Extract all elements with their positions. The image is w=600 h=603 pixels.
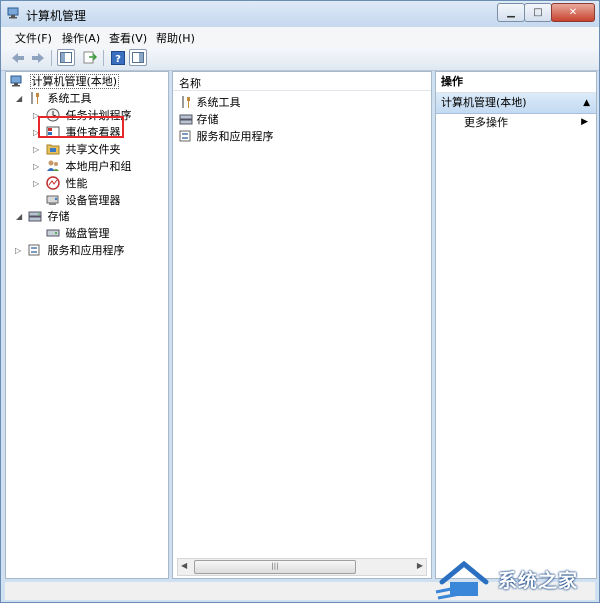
users-icon <box>47 160 59 171</box>
watermark-house-logo <box>435 560 489 600</box>
menu-help[interactable]: 帮助(H) <box>156 30 195 46</box>
show-hide-tree-icon <box>60 52 72 63</box>
more-actions-label: 更多操作 <box>464 116 508 129</box>
services-apps-icon <box>28 244 40 256</box>
minimize-icon: ▁ <box>507 7 515 18</box>
horizontal-scrollbar[interactable]: ◀ ||| ▶ <box>177 558 427 576</box>
tree-label: 系统工具 <box>47 92 92 105</box>
back-icon <box>12 52 24 63</box>
list-item-label: 系统工具 <box>196 96 241 109</box>
tree-item-storage[interactable]: ◢ 存储 <box>16 209 70 225</box>
tree-item-system-tools[interactable]: ◢ 系统工具 <box>16 91 92 107</box>
disk-management-icon <box>46 229 60 237</box>
tree-item-disk-management[interactable]: 磁盘管理 <box>46 226 110 242</box>
menu-action[interactable]: 操作(A) <box>62 30 100 46</box>
tree-item-device-manager[interactable]: 设备管理器 <box>46 193 121 209</box>
show-hide-action-pane-icon <box>132 52 144 63</box>
title-bar[interactable]: 计算机管理 ▁ □ ✕ <box>1 1 599 27</box>
tree-label: 服务和应用程序 <box>47 244 125 257</box>
window-title: 计算机管理 <box>26 9 87 23</box>
results-pane: 名称 系统工具 存储 服务和应用程序 ◀ ||| ▶ <box>172 71 432 579</box>
maximize-button[interactable]: □ <box>524 3 552 22</box>
collapse-arrow-icon[interactable]: ◢ <box>16 209 25 225</box>
close-icon: ✕ <box>568 7 578 18</box>
submenu-arrow-icon: ▶ <box>581 117 588 127</box>
tree-item-shared-folders[interactable]: ▷ 共享文件夹 <box>33 142 121 158</box>
tree-label: 存储 <box>47 210 70 223</box>
scroll-right-icon[interactable]: ▶ <box>417 561 423 570</box>
actions-section-computer-management[interactable]: 计算机管理(本地) ▲ <box>436 93 596 114</box>
help-icon: ? <box>111 50 125 65</box>
forward-button[interactable] <box>29 49 47 66</box>
tree-item-local-users[interactable]: ▷ 本地用户和组 <box>33 159 132 175</box>
list-item-services-apps[interactable]: 服务和应用程序 <box>179 128 274 145</box>
list-item-system-tools[interactable]: 系统工具 <box>179 94 241 111</box>
storage-icon <box>179 114 193 125</box>
forward-icon <box>32 52 44 63</box>
computer-management-window: 计算机管理 ▁ □ ✕ 文件(F) 操作(A) 查看(V) 帮助(H) ? 计算… <box>0 0 600 603</box>
tree-label: 磁盘管理 <box>65 227 110 240</box>
close-button[interactable]: ✕ <box>551 3 595 22</box>
tree-item-services-apps[interactable]: ▷ 服务和应用程序 <box>15 243 125 259</box>
help-button[interactable]: ? <box>109 49 127 66</box>
watermark: 系统之家 <box>432 556 600 603</box>
highlight-box <box>38 116 124 138</box>
device-manager-icon <box>46 195 59 205</box>
shared-folder-icon <box>46 144 60 155</box>
toolbar: ? <box>1 46 599 71</box>
list-item-label: 存储 <box>196 113 219 126</box>
tree-item-performance[interactable]: ▷ 性能 <box>33 176 88 192</box>
watermark-text: 系统之家 <box>498 570 579 592</box>
menu-file[interactable]: 文件(F) <box>15 30 52 46</box>
svg-text:?: ? <box>115 54 121 65</box>
more-actions-item[interactable]: 更多操作 <box>464 115 508 131</box>
computer-management-icon <box>7 7 19 19</box>
minimize-button[interactable]: ▁ <box>497 3 525 22</box>
menu-view[interactable]: 查看(V) <box>109 30 147 46</box>
collapse-arrow-icon[interactable]: ◢ <box>16 91 25 107</box>
column-header-label: 名称 <box>179 77 201 90</box>
expand-arrow-icon[interactable]: ▷ <box>15 243 24 259</box>
scroll-left-icon[interactable]: ◀ <box>181 561 187 570</box>
maximize-icon: □ <box>533 7 543 18</box>
tree-root-label: 计算机管理(本地) <box>29 74 120 89</box>
system-tools-icon <box>31 92 39 104</box>
show-hide-action-pane-button[interactable] <box>129 49 147 66</box>
system-tools-icon <box>182 96 190 108</box>
scrollbar-thumb[interactable]: ||| <box>194 560 356 574</box>
export-list-icon <box>83 51 97 64</box>
performance-icon <box>46 176 60 190</box>
tree-label: 性能 <box>65 177 88 190</box>
export-list-button[interactable] <box>81 49 99 66</box>
actions-section-label: 计算机管理(本地) <box>441 96 527 109</box>
collapse-up-icon[interactable]: ▲ <box>583 93 590 113</box>
list-item-storage[interactable]: 存储 <box>179 111 219 128</box>
list-item-label: 服务和应用程序 <box>196 130 274 143</box>
expand-arrow-icon[interactable]: ▷ <box>33 159 42 175</box>
show-hide-tree-button[interactable] <box>57 49 75 66</box>
console-tree-pane: 计算机管理(本地) ◢ 系统工具 ▷ 任务计划程序 ▷ 事件查看器 ▷ 共享文件… <box>5 71 169 579</box>
back-button[interactable] <box>9 49 27 66</box>
services-apps-icon <box>179 130 191 142</box>
tree-label: 共享文件夹 <box>65 143 121 156</box>
actions-header: 操作 <box>436 72 596 93</box>
computer-management-icon <box>10 75 22 87</box>
actions-pane: 操作 计算机管理(本地) ▲ 更多操作 ▶ <box>435 71 597 579</box>
tree-item-root[interactable]: 计算机管理(本地) <box>10 74 120 90</box>
column-header-name[interactable]: 名称 <box>173 72 431 91</box>
menu-bar: 文件(F) 操作(A) 查看(V) 帮助(H) <box>1 27 599 47</box>
expand-arrow-icon[interactable]: ▷ <box>33 142 42 158</box>
tree-label: 本地用户和组 <box>65 160 132 173</box>
expand-arrow-icon[interactable]: ▷ <box>33 176 42 192</box>
tree-label: 设备管理器 <box>65 194 121 207</box>
storage-icon <box>28 211 42 222</box>
